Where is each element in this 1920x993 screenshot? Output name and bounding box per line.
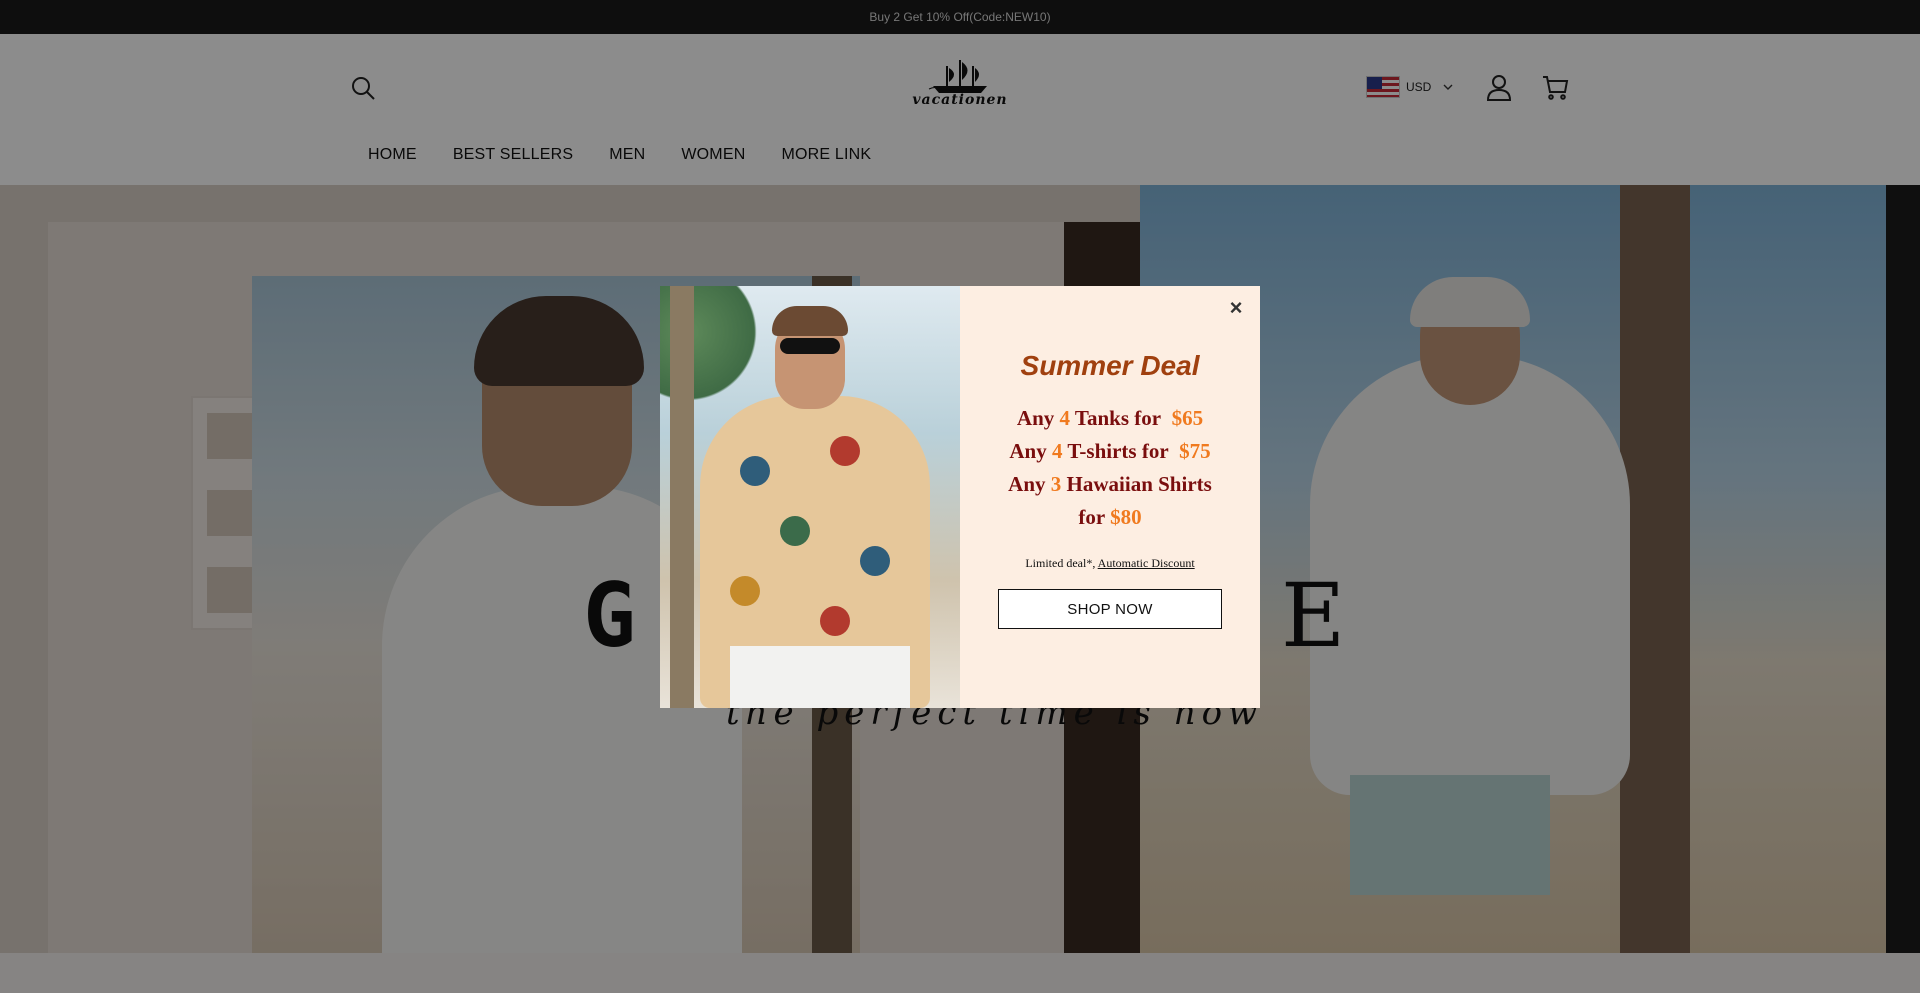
offer-line: Any 4 T-shirts for $75	[1009, 439, 1211, 463]
close-popup-button[interactable]: ×	[1224, 294, 1248, 322]
summer-deal-popup: × Summer Deal Any 4 Tanks for $65 Any 4 …	[660, 286, 1260, 708]
popup-title: Summer Deal	[1020, 350, 1200, 381]
offer-line: Any 3 Hawaiian Shirts for $80	[1008, 472, 1212, 529]
shop-now-button[interactable]: SHOP NOW	[998, 589, 1222, 629]
limited-deal-note: Limited deal*, Automatic Discount	[1025, 556, 1195, 570]
popup-content: × Summer Deal Any 4 Tanks for $65 Any 4 …	[960, 286, 1260, 708]
popup-model-photo	[660, 286, 960, 708]
automatic-discount-link[interactable]: Automatic Discount	[1098, 556, 1195, 570]
offer-list: Any 4 Tanks for $65 Any 4 T-shirts for $…	[995, 402, 1225, 534]
offer-line: Any 4 Tanks for $65	[1016, 406, 1204, 430]
close-icon: ×	[1229, 295, 1243, 320]
